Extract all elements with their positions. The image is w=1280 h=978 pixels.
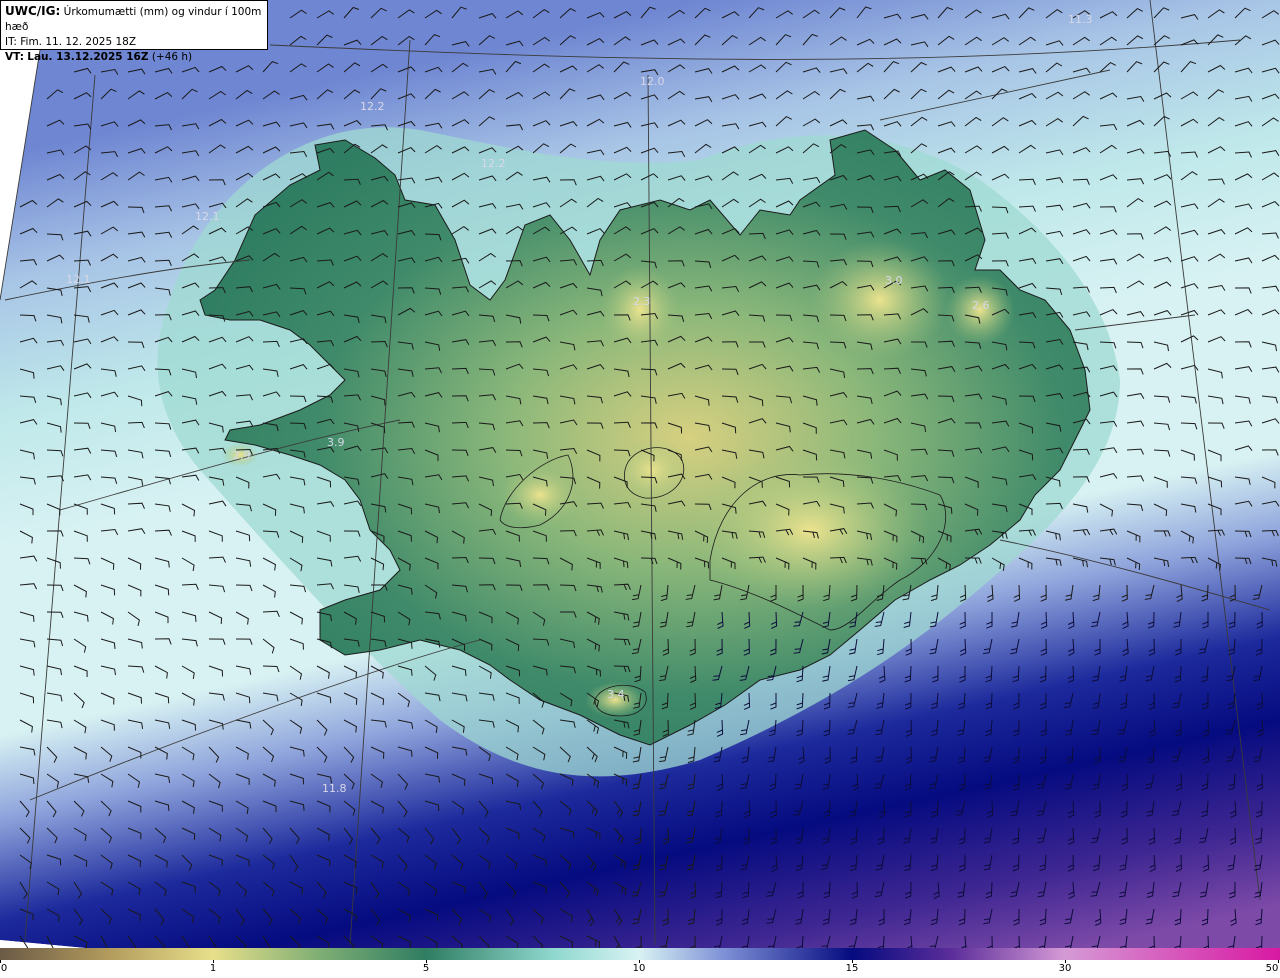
colorbar-label: 30 — [1058, 963, 1072, 974]
point-value: 12.2 — [360, 100, 385, 113]
colorbar-label: 1 — [209, 963, 217, 974]
colorbar: 0 1 5 10 15 30 50 — [0, 948, 1280, 978]
colorbar-label: 15 — [845, 963, 859, 974]
point-value: 12.2 — [481, 157, 506, 170]
point-value: 12.0 — [640, 75, 665, 88]
point-value: 3.4 — [607, 688, 625, 701]
point-value: 2.6 — [972, 299, 990, 312]
point-value: 3.9 — [327, 436, 345, 449]
langjokull — [500, 465, 580, 525]
map-title-box: UWC/IG: Úrkomumætti (mm) og vindur í 100… — [0, 0, 268, 63]
colorbar-strip — [0, 948, 1280, 960]
initial-time-line: IT: Fim. 11. 12. 2025 18Z — [5, 35, 263, 50]
vt-prefix: VT: — [5, 51, 24, 63]
it-prefix: IT: — [5, 36, 17, 48]
point-value: 11.3 — [1068, 13, 1093, 26]
point-value: 3.0 — [885, 274, 903, 287]
point-value: 12.1 — [195, 210, 220, 223]
it-value: Fim. 11. 12. 2025 18Z — [20, 36, 137, 48]
vt-value: Lau. 13.12.2025 16Z — [27, 51, 149, 63]
valid-time-line: VT: Lau. 13.12.2025 16Z (+46 h) — [5, 50, 263, 65]
point-value: 2.9 — [233, 449, 251, 462]
colorbar-label: 5 — [422, 963, 430, 974]
colorbar-label: 10 — [632, 963, 646, 974]
point-value: 2.3 — [633, 295, 651, 308]
model-name: UWC/IG: — [5, 4, 61, 18]
title-line: UWC/IG: Úrkomumætti (mm) og vindur í 100… — [5, 4, 263, 35]
point-value: 12.1 — [66, 273, 91, 286]
precipitation-map-canvas[interactable]: 11.3 12.0 12.2 12.2 12.1 12.1 3.0 2.6 2.… — [0, 0, 1280, 948]
colorbar-label: 50 — [1265, 963, 1279, 974]
point-value: 11.8 — [322, 782, 347, 795]
vt-lead: (+46 h) — [151, 51, 193, 63]
colorbar-label: 0 — [0, 963, 8, 974]
